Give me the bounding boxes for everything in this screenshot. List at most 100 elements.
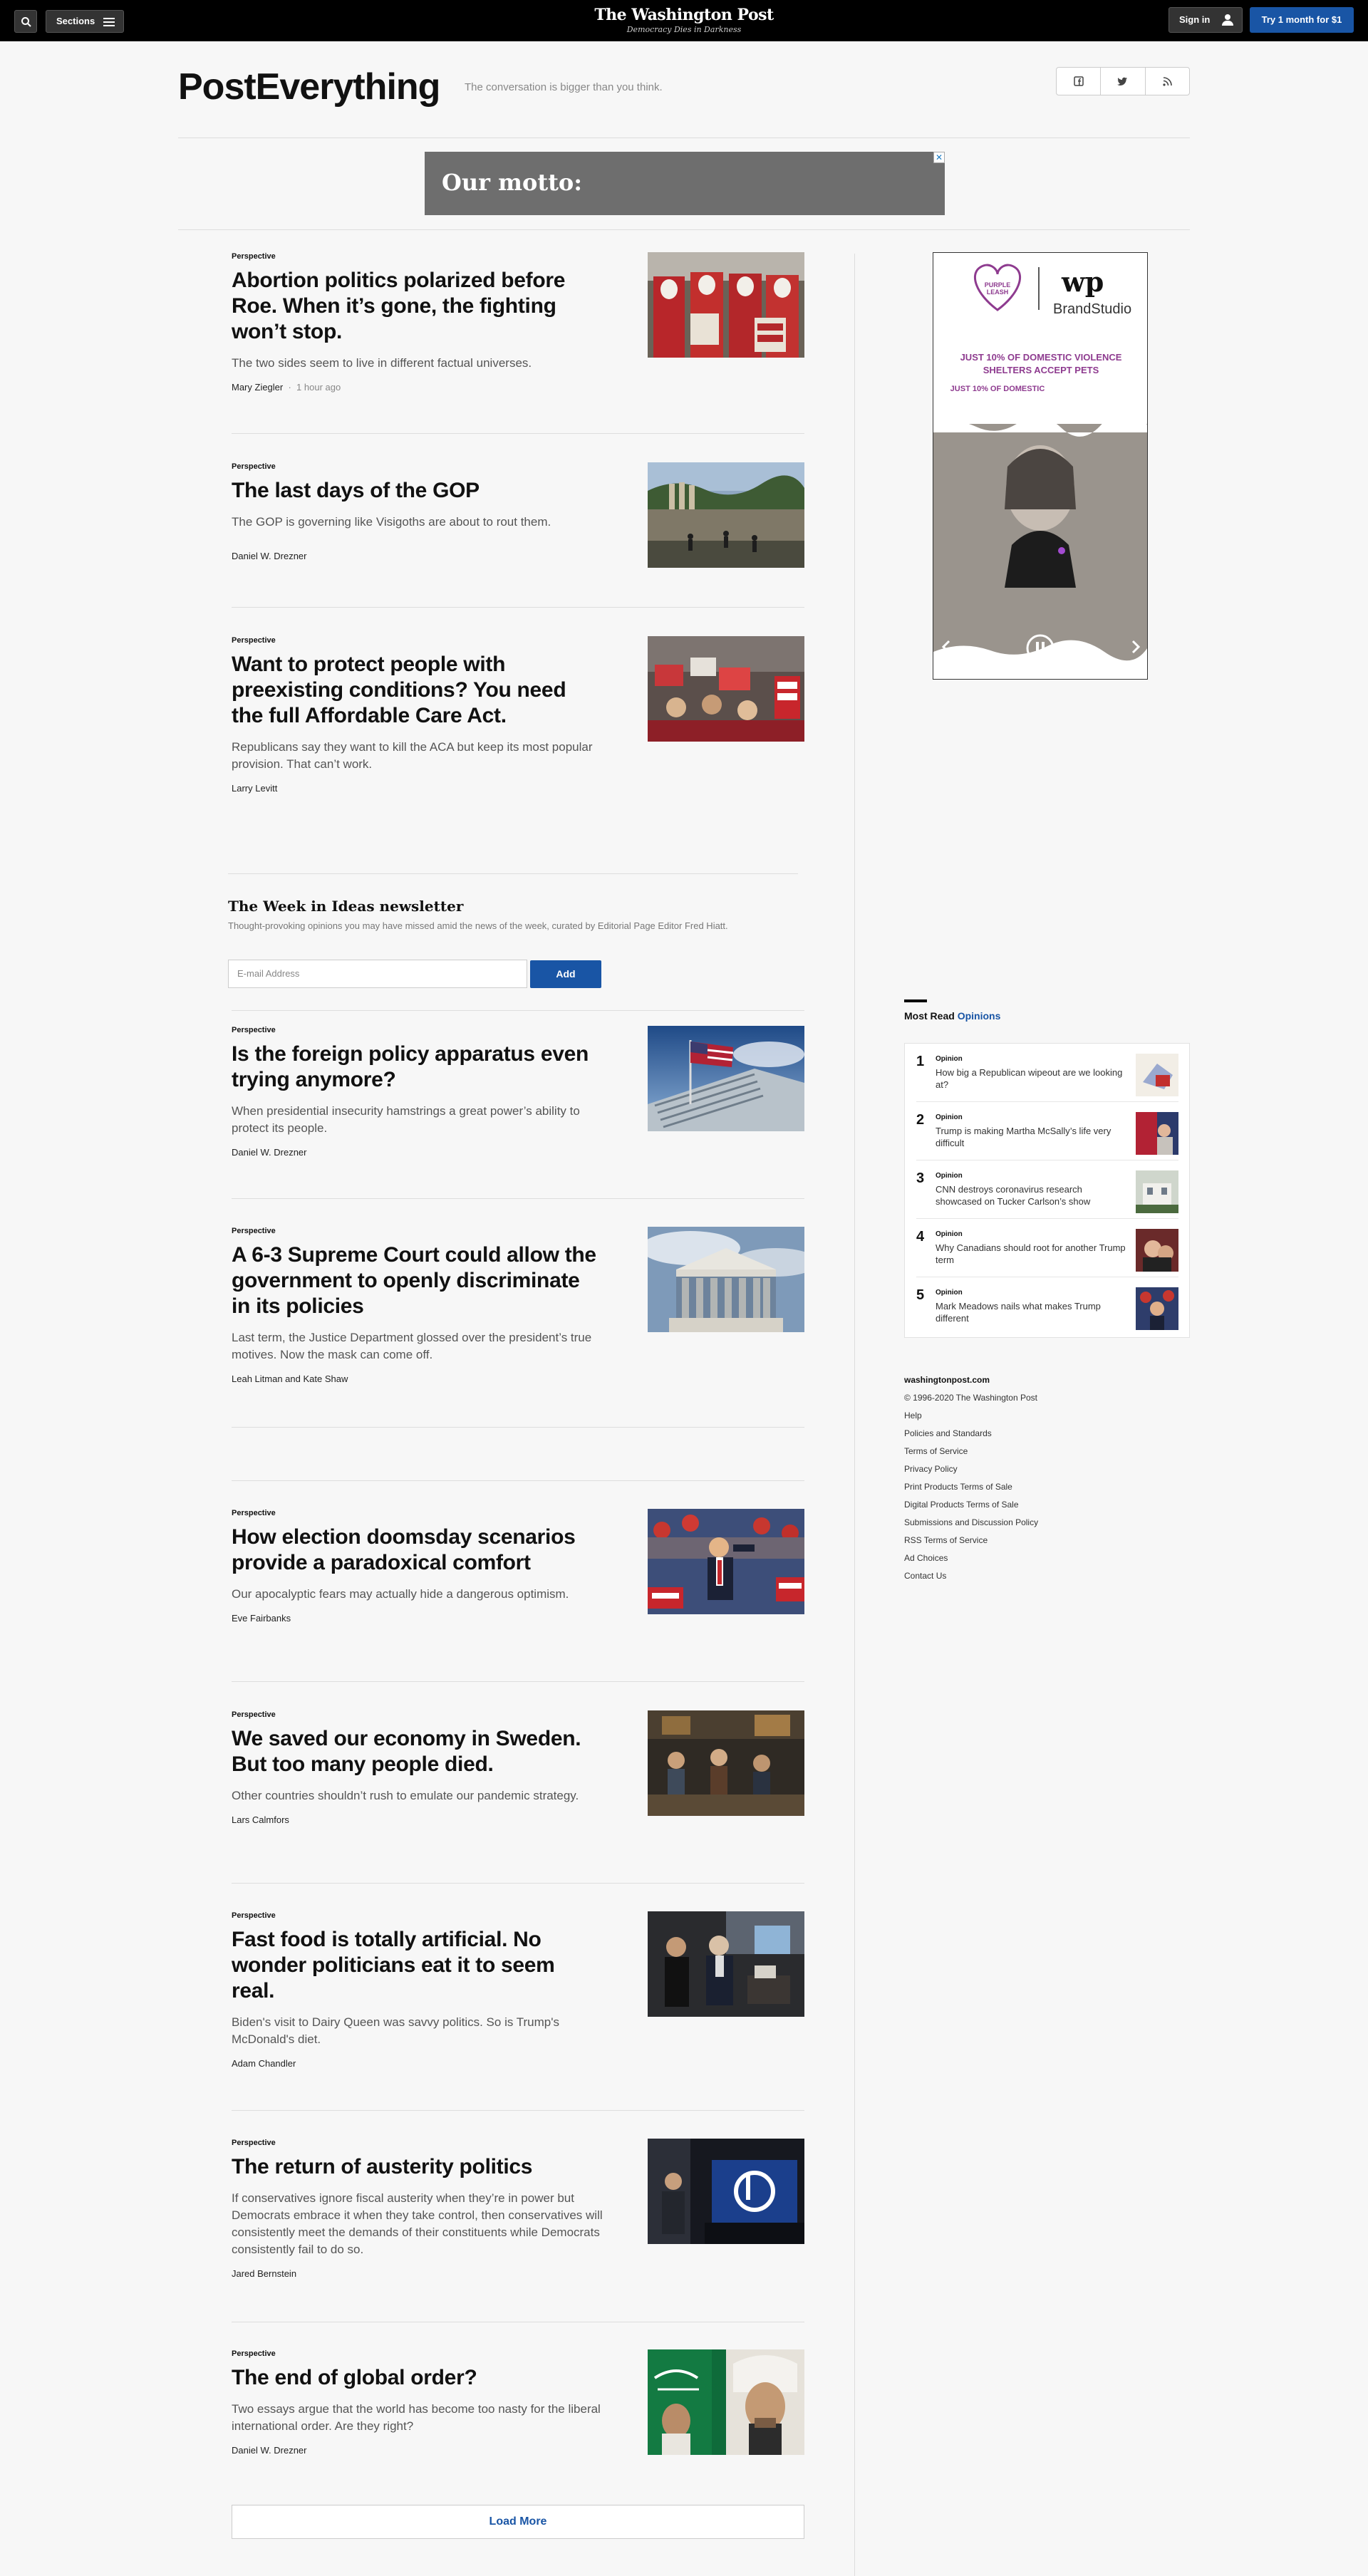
article-card[interactable]: Perspective How election doomsday scenar… bbox=[232, 1509, 804, 1624]
most-read-item[interactable]: 3 Opinion CNN destroys coronavirus resea… bbox=[905, 1160, 1189, 1219]
footer-site-link[interactable]: washingtonpost.com bbox=[904, 1375, 990, 1385]
page-tagline: The conversation is bigger than you thin… bbox=[465, 81, 663, 93]
most-read-item[interactable]: 5 Opinion Mark Meadows nails what makes … bbox=[905, 1277, 1189, 1336]
item-title[interactable]: How big a Republican wipeout are we look… bbox=[936, 1066, 1128, 1091]
facebook-button[interactable] bbox=[1057, 68, 1102, 95]
column-divider bbox=[854, 254, 855, 2576]
item-thumbnail[interactable] bbox=[1136, 1287, 1178, 1330]
most-read-item[interactable]: 1 Opinion How big a Republican wipeout a… bbox=[905, 1044, 1189, 1102]
item-title[interactable]: Mark Meadows nails what makes Trump diff… bbox=[936, 1300, 1128, 1324]
load-more-button[interactable]: Load More bbox=[232, 2505, 804, 2539]
article-headline[interactable]: Fast food is totally artificial. No wond… bbox=[232, 1927, 602, 2004]
article-card[interactable]: Perspective The end of global order? Two… bbox=[232, 2349, 804, 2456]
footer-copyright: © 1996-2020 The Washington Post bbox=[904, 1393, 1037, 1403]
divider bbox=[232, 1480, 804, 1481]
article-thumbnail[interactable] bbox=[648, 1227, 804, 1332]
divider bbox=[232, 1883, 804, 1884]
article-byline[interactable]: Daniel W. Drezner bbox=[232, 1147, 804, 1158]
article-summary: If conservatives ignore fiscal austerity… bbox=[232, 2191, 603, 2256]
article-summary: The GOP is governing like Visigoths are … bbox=[232, 515, 551, 529]
sections-menu-button[interactable]: Sections bbox=[46, 10, 124, 33]
newsletter-add-button[interactable]: Add bbox=[530, 960, 601, 988]
article-thumbnail[interactable] bbox=[648, 1509, 804, 1614]
article-byline[interactable]: Mary Ziegler bbox=[232, 382, 283, 393]
item-thumbnail[interactable] bbox=[1136, 1170, 1178, 1213]
most-read-opinions-link[interactable]: Opinions bbox=[958, 1010, 1001, 1022]
footer-link-print-terms[interactable]: Print Products Terms of Sale bbox=[904, 1482, 1012, 1492]
article-thumbnail[interactable] bbox=[648, 462, 804, 568]
page-title[interactable]: PostEverything bbox=[178, 66, 440, 108]
article-headline[interactable]: We saved our economy in Sweden. But too … bbox=[232, 1726, 602, 1777]
article-card[interactable]: Perspective The return of austerity poli… bbox=[232, 2139, 804, 2279]
article-card[interactable]: Perspective A 6-3 Supreme Court could al… bbox=[232, 1227, 804, 1384]
most-read-item[interactable]: 2 Opinion Trump is making Martha McSally… bbox=[905, 1102, 1189, 1160]
footer-link-terms[interactable]: Terms of Service bbox=[904, 1446, 968, 1456]
article-card[interactable]: Perspective Is the foreign policy appara… bbox=[232, 1026, 804, 1158]
article-thumbnail[interactable] bbox=[648, 2349, 804, 2455]
most-read-title: Most Read Opinions bbox=[904, 1010, 1000, 1022]
article-headline[interactable]: The last days of the GOP bbox=[232, 478, 602, 504]
footer-link-contact[interactable]: Contact Us bbox=[904, 1571, 946, 1581]
article-headline[interactable]: A 6-3 Supreme Court could allow the gove… bbox=[232, 1242, 602, 1319]
ad-choices-icon[interactable]: ✕ bbox=[933, 152, 945, 163]
subscribe-button[interactable]: Try 1 month for $1 bbox=[1250, 7, 1354, 33]
item-title[interactable]: Trump is making Martha McSally’s life ve… bbox=[936, 1125, 1128, 1149]
email-field[interactable]: E-mail Address bbox=[228, 960, 527, 988]
footer-link-policies[interactable]: Policies and Standards bbox=[904, 1428, 992, 1438]
twitter-button[interactable] bbox=[1101, 68, 1146, 95]
sign-in-button[interactable]: Sign in bbox=[1168, 7, 1243, 33]
article-thumbnail[interactable] bbox=[648, 636, 804, 742]
twitter-icon bbox=[1117, 77, 1128, 85]
article-headline[interactable]: How election doomsday scenarios provide … bbox=[232, 1525, 602, 1576]
article-headline[interactable]: Want to protect people with preexisting … bbox=[232, 652, 602, 729]
article-thumbnail[interactable] bbox=[648, 1710, 804, 1816]
social-share-bar bbox=[1056, 67, 1190, 95]
article-byline[interactable]: Eve Fairbanks bbox=[232, 1613, 804, 1624]
item-label: Opinion bbox=[936, 1230, 963, 1238]
article-byline[interactable]: Larry Levitt bbox=[232, 783, 804, 794]
article-byline[interactable]: Lars Calmfors bbox=[232, 1814, 804, 1825]
footer-link-rss-terms[interactable]: RSS Terms of Service bbox=[904, 1535, 988, 1545]
article-headline[interactable]: The return of austerity politics bbox=[232, 2154, 602, 2180]
article-thumbnail[interactable] bbox=[648, 2139, 804, 2244]
divider bbox=[232, 1010, 804, 1011]
article-card[interactable]: Perspective Abortion politics polarized … bbox=[232, 252, 804, 393]
item-thumbnail[interactable] bbox=[1136, 1229, 1178, 1272]
rss-button[interactable] bbox=[1146, 68, 1189, 95]
footer-link-ad-choices[interactable]: Ad Choices bbox=[904, 1553, 948, 1563]
article-thumbnail[interactable] bbox=[648, 252, 804, 358]
article-byline[interactable]: Jared Bernstein bbox=[232, 2268, 804, 2279]
item-label: Opinion bbox=[936, 1055, 963, 1063]
footer-link-help[interactable]: Help bbox=[904, 1411, 922, 1421]
item-title[interactable]: Why Canadians should root for another Tr… bbox=[936, 1242, 1128, 1266]
article-thumbnail[interactable] bbox=[648, 1026, 804, 1131]
most-read-label: Most Read bbox=[904, 1010, 955, 1022]
brandstudio-advertisement[interactable]: JUST 10% OF DOMESTIC PURPLE LEASH wp Bra… bbox=[933, 252, 1148, 680]
article-byline[interactable]: Adam Chandler bbox=[232, 2058, 804, 2069]
divider bbox=[232, 1427, 804, 1428]
search-button[interactable] bbox=[14, 10, 37, 33]
article-thumbnail[interactable] bbox=[648, 1911, 804, 2017]
user-icon bbox=[1222, 14, 1233, 26]
advertisement-banner[interactable]: Our motto: ✕ bbox=[425, 152, 945, 215]
footer-link-digital-terms[interactable]: Digital Products Terms of Sale bbox=[904, 1500, 1019, 1510]
item-title[interactable]: CNN destroys coronavirus research showca… bbox=[936, 1183, 1128, 1208]
most-read-item[interactable]: 4 Opinion Why Canadians should root for … bbox=[905, 1219, 1189, 1277]
item-label: Opinion bbox=[936, 1172, 963, 1180]
footer-link-submissions[interactable]: Submissions and Discussion Policy bbox=[904, 1517, 1038, 1527]
article-card[interactable]: Perspective We saved our economy in Swed… bbox=[232, 1710, 804, 1825]
article-headline[interactable]: Abortion politics polarized before Roe. … bbox=[232, 268, 602, 345]
article-card[interactable]: Perspective The last days of the GOP The… bbox=[232, 462, 804, 568]
article-headline[interactable]: Is the foreign policy apparatus even try… bbox=[232, 1042, 602, 1093]
facebook-icon bbox=[1073, 76, 1084, 86]
article-card[interactable]: Perspective Fast food is totally artific… bbox=[232, 1911, 804, 2069]
item-thumbnail[interactable] bbox=[1136, 1112, 1178, 1155]
footer-link-privacy[interactable]: Privacy Policy bbox=[904, 1464, 958, 1474]
article-card[interactable]: Perspective Want to protect people with … bbox=[232, 636, 804, 794]
item-thumbnail[interactable] bbox=[1136, 1054, 1178, 1096]
article-headline[interactable]: The end of global order? bbox=[232, 2365, 602, 2391]
article-byline[interactable]: Leah Litman and Kate Shaw bbox=[232, 1373, 804, 1384]
divider bbox=[178, 229, 1190, 230]
article-summary: Our apocalyptic fears may actually hide … bbox=[232, 1587, 569, 1601]
washington-post-logo[interactable]: The Washington Post Democracy Dies in Da… bbox=[542, 6, 826, 34]
